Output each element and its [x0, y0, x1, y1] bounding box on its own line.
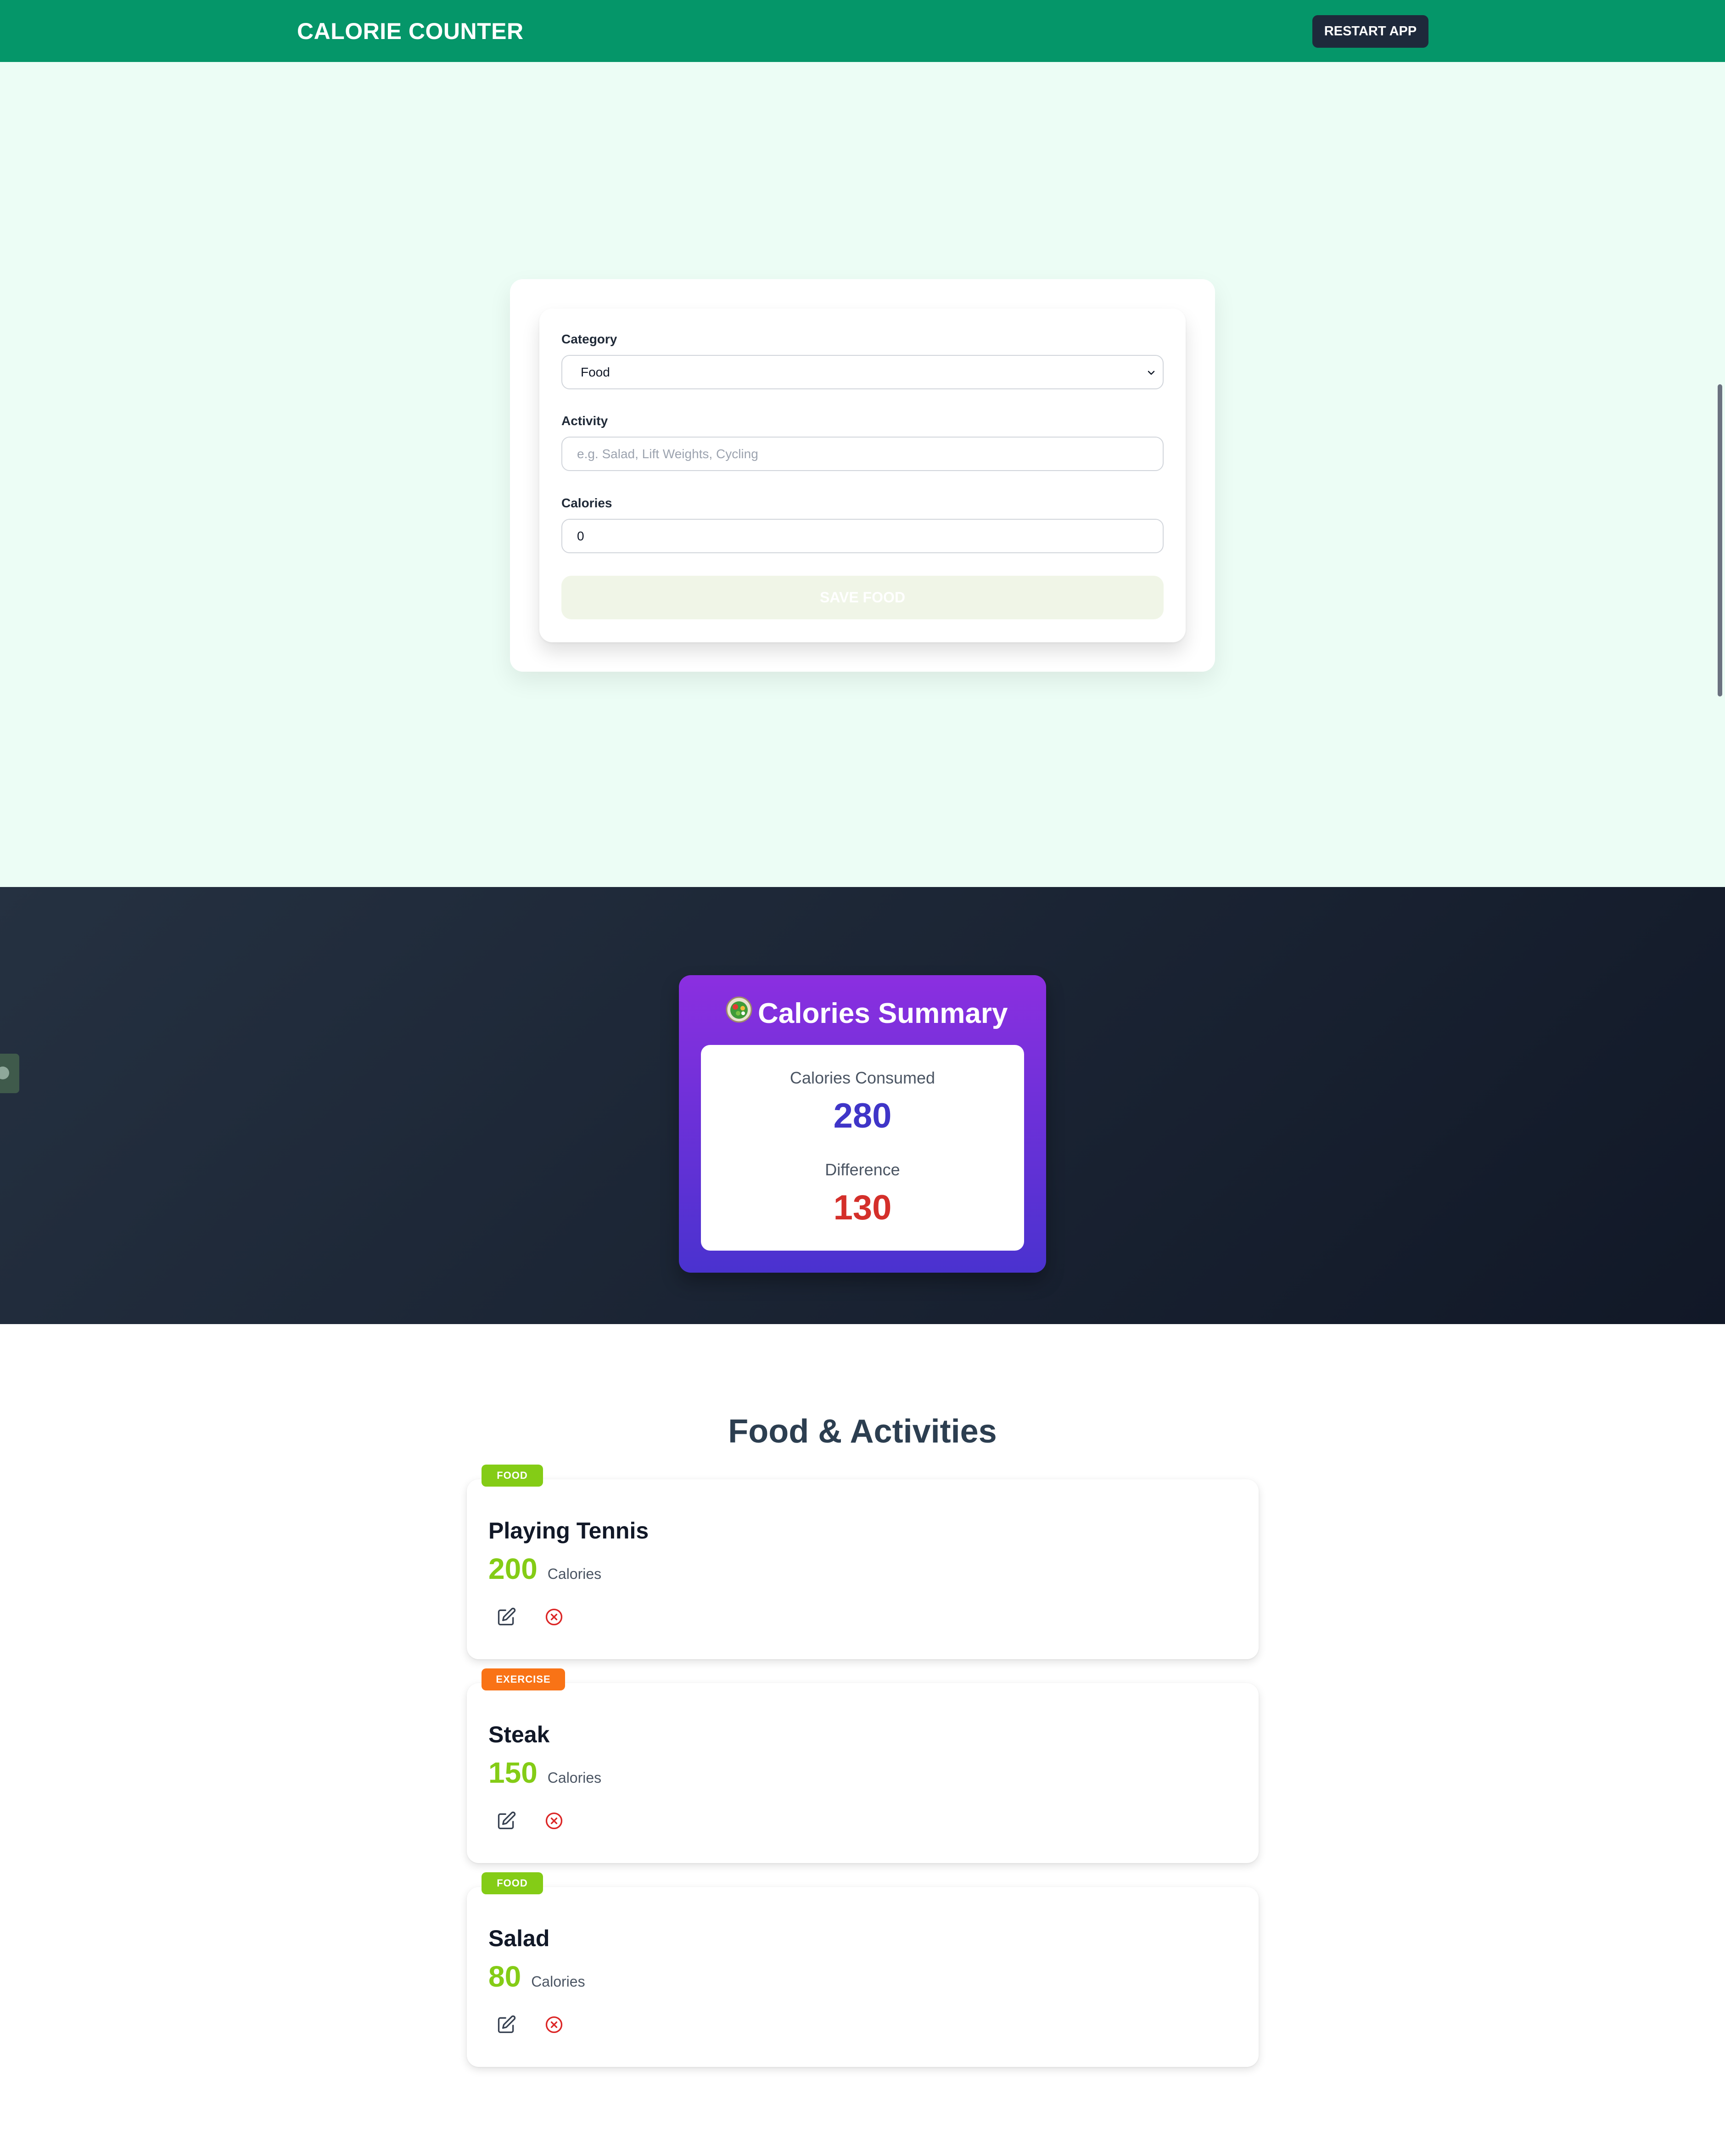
food-activities-section: Food & Activities FOOD Playing Tennis 20…: [0, 1324, 1725, 2156]
page-scrollbar[interactable]: [1718, 384, 1722, 696]
summary-section: Calories Summary Calories Consumed 280 D…: [0, 887, 1725, 1324]
chevron-down-icon: [1146, 368, 1156, 378]
app-title: CALORIE COUNTER: [297, 18, 524, 44]
item-calories-unit: Calories: [547, 1566, 602, 1582]
calories-consumed-value: 280: [833, 1096, 892, 1135]
item-calories-value: 200: [488, 1552, 538, 1585]
item-name: Steak: [488, 1722, 550, 1747]
drawer-dot-icon: [0, 1067, 9, 1079]
form-panel: Category Food Activity Calories SAVE FOO…: [539, 309, 1186, 642]
edit-icon[interactable]: [496, 1607, 516, 1627]
item-calories-unit: Calories: [547, 1769, 602, 1786]
calories-summary-card: Calories Summary Calories Consumed 280 D…: [679, 975, 1046, 1273]
item-calories-unit: Calories: [531, 1973, 585, 1990]
summary-stats-panel: Calories Consumed 280 Difference 130: [701, 1045, 1024, 1251]
app-header: CALORIE COUNTER RESTART APP: [0, 0, 1725, 62]
edit-icon[interactable]: [496, 2015, 516, 2035]
item-calories-value: 80: [488, 1960, 521, 1993]
category-badge: FOOD: [482, 1465, 543, 1487]
category-badge: FOOD: [482, 1872, 543, 1894]
item-name: Playing Tennis: [488, 1518, 649, 1544]
delete-icon[interactable]: [544, 1811, 564, 1831]
list-item: FOOD Playing Tennis 200 Calories: [467, 1465, 1259, 1659]
edit-icon[interactable]: [496, 1811, 516, 1831]
category-selected-value: Food: [581, 365, 610, 379]
difference-label: Difference: [825, 1160, 900, 1179]
calories-consumed-label: Calories Consumed: [790, 1068, 935, 1087]
item-calories-row: 80 Calories: [488, 1959, 585, 1996]
list-item: FOOD Salad 80 Calories: [467, 1872, 1259, 2067]
activity-label: Activity: [561, 414, 608, 428]
form-card: Category Food Activity Calories SAVE FOO…: [510, 279, 1215, 672]
item-calories-value: 150: [488, 1756, 538, 1789]
form-section: Category Food Activity Calories SAVE FOO…: [0, 62, 1725, 887]
salad-icon: [725, 996, 753, 1023]
item-calories-row: 150 Calories: [488, 1756, 601, 1792]
category-label: Category: [561, 332, 617, 346]
delete-icon[interactable]: [544, 2015, 564, 2035]
item-calories-row: 200 Calories: [488, 1552, 601, 1589]
restart-app-button[interactable]: RESTART APP: [1312, 15, 1428, 48]
difference-value: 130: [833, 1188, 892, 1227]
category-select[interactable]: Food: [561, 355, 1164, 389]
side-drawer-handle[interactable]: [0, 1054, 19, 1093]
summary-title: Calories Summary: [758, 998, 1008, 1029]
calories-input[interactable]: [561, 519, 1164, 553]
save-food-button[interactable]: SAVE FOOD: [561, 576, 1164, 619]
item-name: Salad: [488, 1926, 550, 1951]
category-badge: EXERCISE: [482, 1668, 565, 1690]
list-item: EXERCISE Steak 150 Calories: [467, 1668, 1259, 1863]
list-title: Food & Activities: [728, 1413, 997, 1450]
activity-input[interactable]: [561, 437, 1164, 471]
calories-label: Calories: [561, 496, 612, 510]
delete-icon[interactable]: [544, 1607, 564, 1627]
